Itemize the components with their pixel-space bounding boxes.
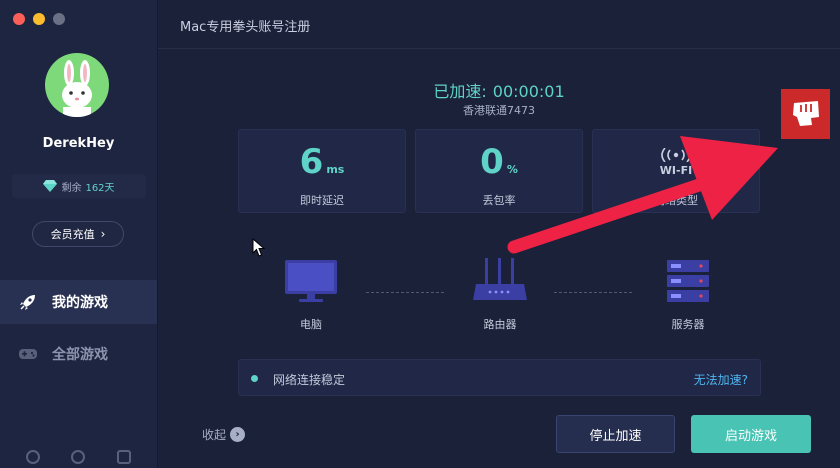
sidebar: DerekHey 剩余 162天 会员充值 › 我的游戏 全部游戏 [0, 0, 158, 468]
router-icon [473, 258, 527, 300]
title-bar: Mac专用拳头账号注册 [158, 0, 840, 49]
stop-acceleration-button[interactable]: 停止加速 [556, 415, 675, 453]
mouse-cursor-icon [252, 238, 266, 257]
latency-card: 6 ms 即时延迟 [238, 129, 406, 213]
zoom-window-button[interactable] [53, 13, 65, 25]
latency-value: 6 [299, 142, 324, 182]
vip-days: 162天 [85, 182, 115, 194]
network-type-value: WI-FI [659, 164, 693, 177]
riot-logo-badge [781, 89, 830, 139]
latency-label: 即时延迟 [300, 194, 344, 207]
latency-unit: ms [326, 163, 345, 176]
vip-prefix: 剩余 [61, 182, 82, 194]
nav-my-games-label: 我的游戏 [52, 295, 108, 311]
diamond-icon [43, 180, 58, 192]
collapse-button[interactable]: 收起 › [202, 426, 246, 443]
fist-logo-icon [792, 101, 819, 126]
rabbit-avatar-icon [62, 60, 92, 117]
connection-status-bar: 网络连接稳定 无法加速? [238, 359, 761, 396]
close-window-button[interactable] [13, 13, 25, 25]
vip-status: 剩余 162天 [12, 174, 146, 198]
rocket-icon [20, 295, 35, 310]
network-type-card: WI-FI 网络类型 [592, 129, 760, 213]
packet-loss-card: 0% 丢包率 [415, 129, 583, 213]
server-device [643, 258, 733, 310]
window-title: Mac专用拳头账号注册 [180, 20, 311, 35]
server-name: 香港联通7473 [463, 104, 535, 117]
nav-my-games[interactable]: 我的游戏 [0, 280, 157, 324]
sidebar-footer [0, 450, 157, 464]
server-label: 服务器 [671, 318, 705, 331]
username: DerekHey [42, 136, 115, 151]
avatar[interactable] [45, 53, 109, 117]
ticket-icon[interactable] [117, 450, 132, 464]
recharge-label: 会员充值 [50, 228, 95, 241]
launch-game-button[interactable]: 启动游戏 [691, 415, 811, 453]
window-controls [13, 13, 65, 25]
server-icon [667, 260, 709, 302]
gamepad-icon [19, 349, 37, 359]
latency-value-wrap: 6 ms [239, 142, 405, 190]
monitor-icon [285, 260, 337, 302]
timer-label: 已加速: [433, 82, 487, 101]
chevron-right-icon: › [100, 227, 106, 241]
acceleration-timer: 已加速: 00:00:01 [158, 78, 840, 102]
settings-icon[interactable] [71, 450, 86, 464]
recharge-button[interactable]: 会员充值 › [32, 221, 124, 247]
packet-loss-value: 0 [480, 142, 504, 182]
packet-loss-unit: % [506, 163, 518, 176]
collapse-label: 收起 [202, 428, 227, 442]
cannot-accelerate-link[interactable]: 无法加速? [694, 371, 748, 388]
packet-loss-value-wrap: 0% [416, 142, 582, 190]
status-dot-icon [251, 375, 258, 382]
timer-value: 00:00:01 [492, 82, 565, 101]
minimize-window-button[interactable] [33, 13, 45, 25]
router-device [455, 258, 545, 308]
computer-label: 电脑 [300, 318, 322, 331]
nav-all-games[interactable]: 全部游戏 [0, 332, 157, 376]
nav-all-games-label: 全部游戏 [52, 347, 108, 363]
chevron-right-circle-icon: › [230, 427, 246, 442]
packet-loss-label: 丢包率 [482, 194, 516, 207]
wifi-signal-icon [661, 148, 691, 162]
status-text: 网络连接稳定 [273, 373, 346, 387]
router-label: 路由器 [483, 318, 517, 331]
network-type-label: 网络类型 [654, 194, 698, 207]
computer-device [266, 258, 356, 308]
link-line-left [366, 292, 444, 293]
headset-icon[interactable] [25, 450, 40, 464]
link-line-right [554, 292, 632, 293]
